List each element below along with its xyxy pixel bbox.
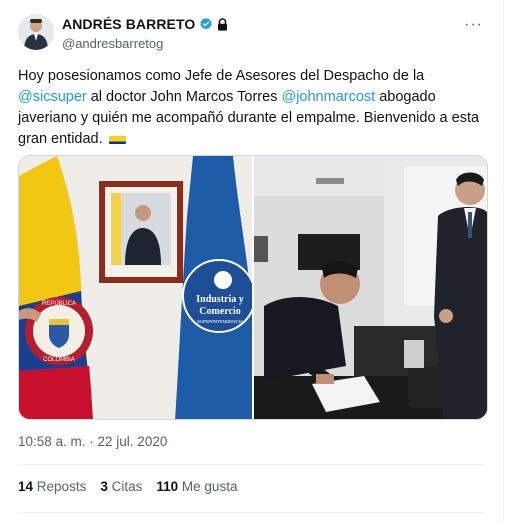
author-display-name[interactable]: ANDRÉS BARRETO <box>62 16 195 32</box>
reposts-stat[interactable]: 14 Reposts <box>18 479 86 494</box>
colombia-flag-emoji <box>108 133 126 144</box>
quotes-count: 3 <box>100 479 108 494</box>
likes-label: Me gusta <box>181 479 238 494</box>
sic-text-line2: Comercio <box>199 306 240 317</box>
divider <box>18 464 485 465</box>
lock-icon <box>217 17 228 31</box>
more-options-icon[interactable]: ··· <box>464 16 483 34</box>
seal-text-bottom: COLOMBIA <box>43 357 75 363</box>
author-name-row: ANDRÉS BARRETO <box>62 16 228 32</box>
likes-count: 110 <box>156 479 179 494</box>
engagement-stats: 14 Reposts 3 Citas 110 Me gusta <box>18 479 237 494</box>
mention-link[interactable]: @johnmarcost <box>281 89 375 105</box>
sic-text-line3: SUPERINTENDENCIA <box>197 319 243 324</box>
mention-link[interactable]: @sicsuper <box>18 89 87 105</box>
tweet-header: ANDRÉS BARRETO @andresbarretog ··· <box>18 14 489 54</box>
tweet-timestamp[interactable]: 10:58 a. m. · 22 jul. 2020 <box>18 434 167 449</box>
reposts-count: 14 <box>18 479 34 494</box>
tweet-text-part: Hoy posesionamos como Jefe de Asesores d… <box>18 68 425 84</box>
divider <box>18 512 485 513</box>
author-handle[interactable]: @andresbarretog <box>62 36 163 51</box>
quotes-stat[interactable]: 3 Citas <box>100 479 142 494</box>
tweet-text: Hoy posesionamos como Jefe de Asesores d… <box>18 66 488 150</box>
likes-stat[interactable]: 110 Me gusta <box>156 479 237 494</box>
media-gallery: REPÚBLICA COLOMBIA Industria y Comercio … <box>18 155 488 420</box>
seal-text-top: REPÚBLICA <box>42 300 76 307</box>
quotes-label: Citas <box>111 479 143 494</box>
sic-text-line1: Industria y <box>196 294 244 305</box>
avatar[interactable] <box>18 14 54 50</box>
verified-badge-icon[interactable] <box>199 17 213 31</box>
photo-signing[interactable] <box>254 156 487 419</box>
tweet-card: ANDRÉS BARRETO @andresbarretog ··· Hoy p… <box>0 0 504 522</box>
tweet-text-part: al doctor John Marcos Torres <box>86 89 282 105</box>
reposts-label: Reposts <box>36 479 87 494</box>
photo-flags-portrait[interactable]: REPÚBLICA COLOMBIA Industria y Comercio … <box>19 156 252 419</box>
